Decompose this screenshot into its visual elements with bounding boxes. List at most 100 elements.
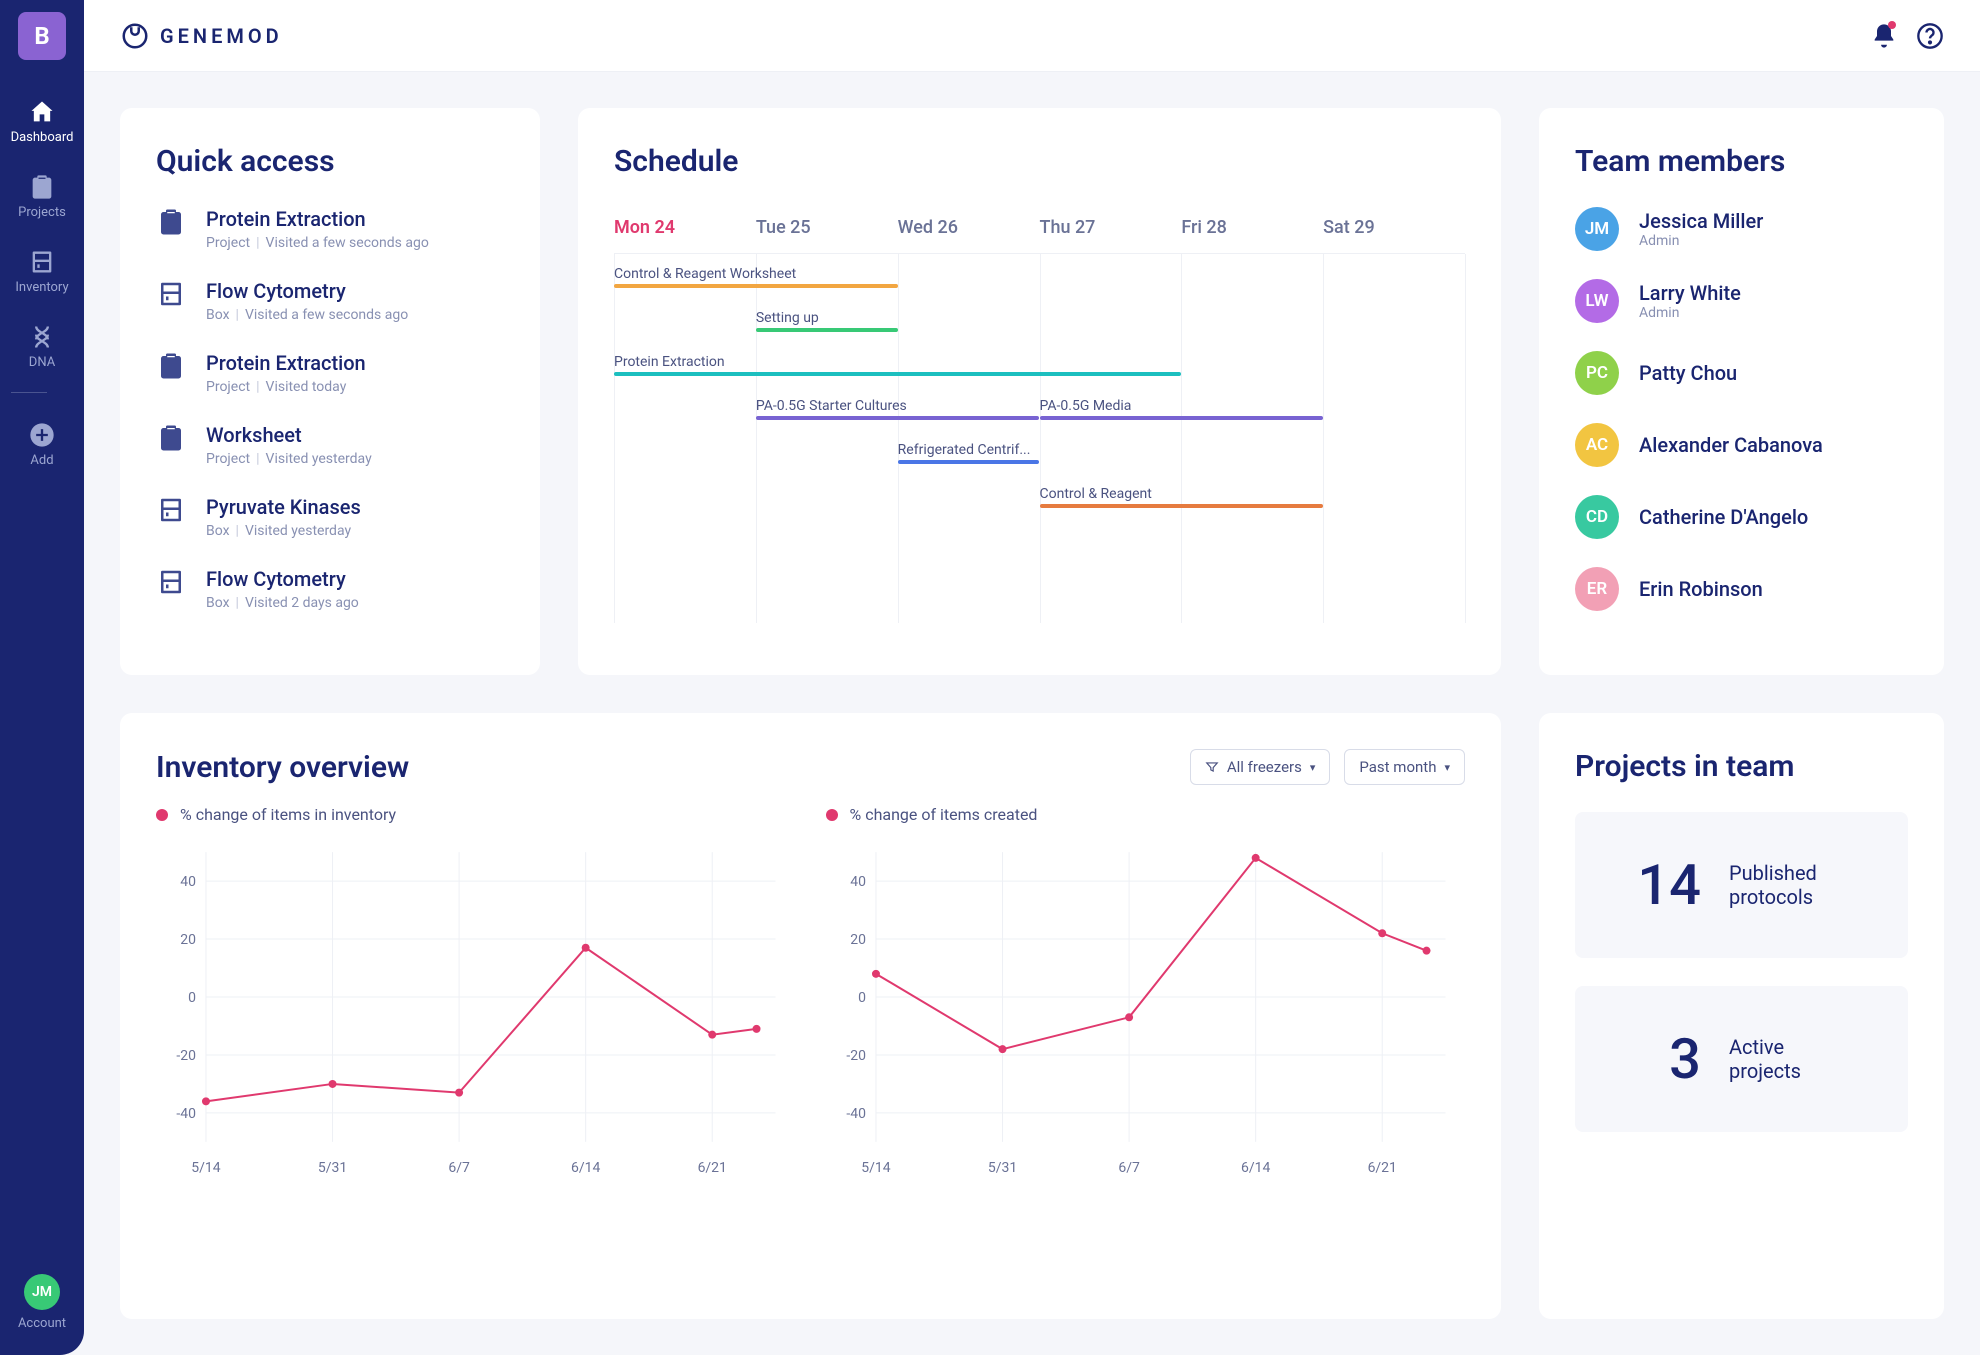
schedule-bar-label: Control & Reagent xyxy=(1040,486,1324,502)
member-avatar: PC xyxy=(1575,351,1619,395)
team-member[interactable]: JMJessica MillerAdmin xyxy=(1575,207,1908,251)
member-role: Admin xyxy=(1639,305,1741,321)
sidebar-item-projects[interactable]: Projects xyxy=(11,159,74,234)
svg-text:6/7: 6/7 xyxy=(448,1160,470,1176)
team-member[interactable]: CD Catherine D'Angelo xyxy=(1575,495,1908,539)
schedule-bar[interactable]: Protein Extraction xyxy=(614,354,1181,376)
notification-dot xyxy=(1888,21,1896,29)
line-chart: % change of items in inventory-40-200204… xyxy=(156,805,796,1182)
quick-access-card: Quick access Protein ExtractionProject|V… xyxy=(120,108,540,675)
freezer-filter[interactable]: All freezers ▾ xyxy=(1190,749,1331,785)
quick-access-item[interactable]: Flow Cytometry Box|Visited 2 days ago xyxy=(156,567,504,611)
quick-access-title: Quick access xyxy=(156,144,504,179)
sidebar-item-label: Add xyxy=(30,453,53,468)
quick-access-item-title: Protein Extraction xyxy=(206,207,429,231)
svg-text:6/14: 6/14 xyxy=(571,1160,600,1176)
quick-access-item-title: Worksheet xyxy=(206,423,372,447)
schedule-day[interactable]: Thu 27 xyxy=(1039,217,1181,253)
member-avatar: CD xyxy=(1575,495,1619,539)
schedule-bar-label: PA-0.5G Starter Cultures xyxy=(756,398,1040,414)
schedule-day[interactable]: Fri 28 xyxy=(1181,217,1323,253)
svg-text:-40: -40 xyxy=(846,1106,866,1122)
quick-access-item[interactable]: Flow CytometryBox|Visited a few seconds … xyxy=(156,279,504,323)
quick-access-item[interactable]: Pyruvate KinasesBox|Visited yesterday xyxy=(156,495,504,539)
sidebar-item-dna[interactable]: DNA xyxy=(11,309,74,384)
schedule-bar[interactable]: PA-0.5G Starter Cultures xyxy=(756,398,1040,420)
svg-text:6/21: 6/21 xyxy=(1367,1160,1396,1176)
help-icon xyxy=(1916,22,1944,50)
svg-text:5/31: 5/31 xyxy=(987,1160,1016,1176)
quick-access-item-meta: Box|Visited 2 days ago xyxy=(206,595,359,611)
brand-icon xyxy=(120,21,150,51)
member-avatar: AC xyxy=(1575,423,1619,467)
brand-name: GENEMOD xyxy=(160,24,283,48)
quick-access-item[interactable]: WorksheetProject|Visited yesterday xyxy=(156,423,504,467)
member-avatar: ER xyxy=(1575,567,1619,611)
team-title: Team members xyxy=(1575,144,1908,179)
schedule-card: Schedule Mon 24Tue 25Wed 26Thu 27Fri 28S… xyxy=(578,108,1501,675)
schedule-bar-label: Setting up xyxy=(756,310,898,326)
team-member[interactable]: PC Patty Chou xyxy=(1575,351,1908,395)
svg-text:40: 40 xyxy=(850,874,866,890)
stat-value: 14 xyxy=(1611,852,1701,918)
stat-value: 3 xyxy=(1611,1026,1701,1092)
clipboard-icon xyxy=(156,351,186,385)
legend-dot xyxy=(826,809,838,821)
filter-icon xyxy=(1205,760,1219,774)
topbar: GENEMOD xyxy=(84,0,1980,72)
schedule-day[interactable]: Mon 24 xyxy=(614,217,756,253)
legend-dot xyxy=(156,809,168,821)
member-name: Patty Chou xyxy=(1639,361,1737,385)
quick-access-item-title: Protein Extraction xyxy=(206,351,366,375)
member-name: Catherine D'Angelo xyxy=(1639,505,1808,529)
team-member[interactable]: LWLarry WhiteAdmin xyxy=(1575,279,1908,323)
quick-access-item-meta: Project|Visited today xyxy=(206,379,366,395)
svg-text:6/21: 6/21 xyxy=(698,1160,727,1176)
schedule-bar[interactable]: PA-0.5G Media xyxy=(1040,398,1324,420)
workspace-logo[interactable]: B xyxy=(18,12,66,60)
sidebar-item-add[interactable]: Add xyxy=(11,407,74,482)
quick-access-item[interactable]: Protein ExtractionProject|Visited a few … xyxy=(156,207,504,251)
sidebar-item-dashboard[interactable]: Dashboard xyxy=(11,84,74,159)
schedule-bar[interactable]: Setting up xyxy=(756,310,898,332)
svg-text:6/14: 6/14 xyxy=(1241,1160,1270,1176)
freezer-icon xyxy=(28,248,56,276)
stat-box[interactable]: 14Publishedprotocols xyxy=(1575,812,1908,958)
team-member[interactable]: ERErin Robinson xyxy=(1575,567,1908,611)
schedule-day[interactable]: Tue 25 xyxy=(756,217,898,253)
svg-text:0: 0 xyxy=(188,990,196,1006)
sidebar-item-inventory[interactable]: Inventory xyxy=(11,234,74,309)
home-icon xyxy=(28,98,56,126)
brand[interactable]: GENEMOD xyxy=(120,21,283,51)
schedule-day[interactable]: Wed 26 xyxy=(898,217,1040,253)
help-button[interactable] xyxy=(1916,22,1944,50)
member-avatar: JM xyxy=(1575,207,1619,251)
sidebar-account[interactable]: JM Account xyxy=(18,1274,66,1355)
time-filter[interactable]: Past month ▾ xyxy=(1344,749,1465,785)
schedule-bar[interactable]: Control & Reagent xyxy=(1040,486,1324,508)
stat-box[interactable]: 3Activeprojects xyxy=(1575,986,1908,1132)
freezer-filter-label: All freezers xyxy=(1227,758,1302,776)
clipboard-icon xyxy=(156,207,186,241)
quick-access-item[interactable]: Protein Extraction Project|Visited today xyxy=(156,351,504,395)
svg-text:0: 0 xyxy=(858,990,866,1006)
svg-text:5/31: 5/31 xyxy=(318,1160,347,1176)
team-member[interactable]: ACAlexander Cabanova xyxy=(1575,423,1908,467)
schedule-day[interactable]: Sat 29 xyxy=(1323,217,1465,253)
schedule-bar[interactable]: Control & Reagent Worksheet xyxy=(614,266,898,288)
clipboard-icon xyxy=(28,173,56,201)
svg-text:40: 40 xyxy=(180,874,196,890)
quick-access-item-title: Flow Cytometry xyxy=(206,567,359,591)
svg-text:6/7: 6/7 xyxy=(1118,1160,1140,1176)
svg-text:-20: -20 xyxy=(846,1048,866,1064)
inventory-title: Inventory overview xyxy=(156,750,409,785)
member-name: Larry White xyxy=(1639,281,1741,305)
svg-text:20: 20 xyxy=(850,932,866,948)
member-role: Admin xyxy=(1639,233,1763,249)
time-filter-label: Past month xyxy=(1359,758,1436,776)
schedule-bar-label: Protein Extraction xyxy=(614,354,1181,370)
schedule-bar[interactable]: Refrigerated Centrif... xyxy=(898,442,1040,464)
account-label: Account xyxy=(18,1316,66,1331)
notifications-button[interactable] xyxy=(1870,22,1898,50)
schedule-bar-label: Control & Reagent Worksheet xyxy=(614,266,898,282)
